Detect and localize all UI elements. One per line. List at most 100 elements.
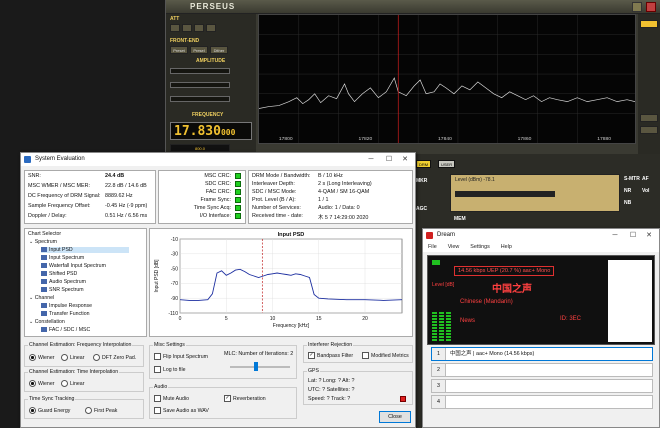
gps-utc: UTC: ? Satellites: ? xyxy=(308,387,355,393)
channel-row-1[interactable]: 1 中国之声 | aac+ Mono (14.56 kbps) xyxy=(431,347,653,361)
mlc-iterations-slider-thumb[interactable] xyxy=(254,362,258,371)
tree-item-label: Input PSD xyxy=(49,247,73,253)
att-button-3[interactable] xyxy=(206,24,216,32)
syseval-titlebar: System Evaluation ─ ☐ ✕ xyxy=(21,153,415,166)
menu-file[interactable]: File xyxy=(428,244,437,250)
mkr-label: MKR xyxy=(416,178,428,184)
tree-item-chart[interactable]: Input PSD xyxy=(41,247,129,253)
mlc-iterations-slider-track[interactable] xyxy=(230,366,290,368)
right-button-b[interactable] xyxy=(640,114,658,122)
perseus-close-button[interactable] xyxy=(646,2,656,12)
time-sync-first-peak-radio[interactable]: First Peak xyxy=(85,407,117,414)
y-tick-label: -90 xyxy=(171,296,178,302)
channel-row-2[interactable]: 2 xyxy=(431,363,653,377)
log-to-file-checkbox[interactable]: Log to file xyxy=(154,366,186,373)
tree-category[interactable]: ⌄ Spectrum xyxy=(29,239,57,245)
param-value: 4-QAM / SM 16-QAM xyxy=(318,189,370,195)
param-key: Received time - date: xyxy=(252,213,303,219)
tree-item-chart[interactable]: Audio Spectrum xyxy=(41,279,129,285)
chart-icon xyxy=(41,303,47,309)
time-sync-guard-radio[interactable]: Guard Energy xyxy=(29,407,70,414)
time-interp-linear-radio[interactable]: Linear xyxy=(61,380,84,387)
frontend-dither-button[interactable]: Dither xyxy=(210,46,228,54)
bandpass-filter-checkbox[interactable]: Bandpass Filter xyxy=(308,352,353,359)
channel-row-3[interactable]: 3 xyxy=(431,379,653,393)
menu-help[interactable]: Help xyxy=(501,244,512,250)
stat-key: DC Frequency of DRM Signal: xyxy=(28,193,101,199)
frontend-presel-button[interactable]: Presel xyxy=(190,46,208,54)
tree-item-chart[interactable]: SNR Spectrum xyxy=(41,287,129,293)
crc-label: I/O Interface: xyxy=(199,213,231,219)
status-led xyxy=(235,197,241,203)
close-icon[interactable]: ✕ xyxy=(397,154,413,165)
att-button-0[interactable] xyxy=(170,24,180,32)
drm-tag-button[interactable]: DRM xyxy=(416,160,432,168)
frequency-display[interactable]: 17.830000 xyxy=(170,122,252,140)
right-button-c[interactable] xyxy=(640,126,658,134)
stat-value: 24.4 dB xyxy=(105,173,125,179)
perseus-title: PERSEUS xyxy=(190,2,236,11)
stat-key: Sample Frequency Offset: xyxy=(28,203,91,209)
perseus-tick-1: 17820 xyxy=(358,136,372,142)
tree-item-chart[interactable]: Input Spectrum xyxy=(41,255,129,261)
tree-item-chart[interactable]: FAC / SDC / MSC xyxy=(41,327,129,333)
gps-speed: Speed: ? Track: ? xyxy=(308,396,351,402)
att-button-2[interactable] xyxy=(194,24,204,32)
tree-item-label: Shifted PSD xyxy=(49,271,78,277)
af-label: AF xyxy=(642,176,649,182)
chart-icon xyxy=(41,263,47,269)
reverberation-checkbox[interactable]: Reverberation xyxy=(224,395,266,402)
minimize-icon[interactable]: ─ xyxy=(363,154,379,165)
level-bar xyxy=(455,191,555,197)
service-id-label: ID: 3EC xyxy=(560,316,582,322)
chart-selector-tree[interactable]: Chart Selector ⌄ Spectrum Input PSD Input … xyxy=(24,228,147,337)
att-button-1[interactable] xyxy=(182,24,192,32)
frontend-preset-button[interactable]: Preset xyxy=(170,46,188,54)
mute-audio-checkbox[interactable]: Mute Audio xyxy=(154,395,189,402)
close-button[interactable]: Close xyxy=(379,411,411,423)
tree-item-chart[interactable]: Shifted PSD xyxy=(41,271,129,277)
station-name: 中国之声 xyxy=(492,284,532,295)
maximize-icon[interactable]: ☐ xyxy=(381,154,397,165)
perseus-spectrum-display[interactable]: 17800 17820 17840 17860 17880 xyxy=(258,14,636,144)
freq-interp-linear-radio[interactable]: Linear xyxy=(61,354,84,361)
tree-item-chart[interactable]: Waterfall Input Spectrum xyxy=(41,263,129,269)
chart-icon xyxy=(41,311,47,317)
save-audio-checkbox[interactable]: Save Audio as WAV xyxy=(154,407,209,414)
crc-label: Frame Sync: xyxy=(200,197,231,203)
perseus-tick-3: 17860 xyxy=(518,136,532,142)
flip-spectrum-checkbox[interactable]: Flip Input Spectrum xyxy=(154,353,208,360)
param-value: Audio: 1 / Data: 0 xyxy=(318,205,360,211)
freq-interp-wiener-radio[interactable]: Wiener xyxy=(29,354,54,361)
param-key: SDC / MSC Mode: xyxy=(252,189,297,195)
menu-settings[interactable]: Settings xyxy=(470,244,489,250)
scale-slider[interactable] xyxy=(170,82,230,88)
user-tag-button[interactable]: USER xyxy=(438,160,456,168)
tree-category[interactable]: ⌄ Constellation xyxy=(29,319,65,325)
crc-label: Time Sync Acq: xyxy=(193,205,231,211)
dream-maximize-icon[interactable]: ☐ xyxy=(625,230,641,241)
right-button-a[interactable] xyxy=(640,20,658,28)
frontend-label: FRONT-END xyxy=(170,38,200,44)
time-interp-wiener-radio[interactable]: Wiener xyxy=(29,380,54,387)
contrast-slider[interactable] xyxy=(170,96,230,102)
level-bar-3 xyxy=(446,312,451,342)
freq-interp-dft-radio[interactable]: DFT Zero Pad. xyxy=(93,354,136,361)
interferer-group: Interferer Rejection Bandpass Filter Mod… xyxy=(303,342,413,363)
time-sync-title: Time Sync Tracking xyxy=(28,396,76,402)
level-meter-lcd: Level (dBm) -78.1 xyxy=(450,174,620,212)
dream-minimize-icon[interactable]: ─ xyxy=(607,230,623,241)
perseus-left-panel: ATT FRONT-END Preset Presel Dither AMPLI… xyxy=(166,14,256,154)
tree-item-chart[interactable]: Impulse Response xyxy=(41,303,129,309)
modified-metrics-checkbox[interactable]: Modified Metrics xyxy=(362,352,409,359)
tree-item-label: FAC / SDC / MSC xyxy=(49,327,91,333)
tree-category[interactable]: ⌄ Channel xyxy=(29,295,54,301)
channel-number: 4 xyxy=(432,396,446,408)
ref-level-slider[interactable] xyxy=(170,68,230,74)
tree-item-chart[interactable]: Transfer Function xyxy=(41,311,129,317)
param-value: 1 / 1 xyxy=(318,197,329,203)
menu-view[interactable]: View xyxy=(448,244,460,250)
channel-row-4[interactable]: 4 xyxy=(431,395,653,409)
perseus-minimize-button[interactable] xyxy=(632,2,642,12)
dream-close-icon[interactable]: ✕ xyxy=(641,230,657,241)
